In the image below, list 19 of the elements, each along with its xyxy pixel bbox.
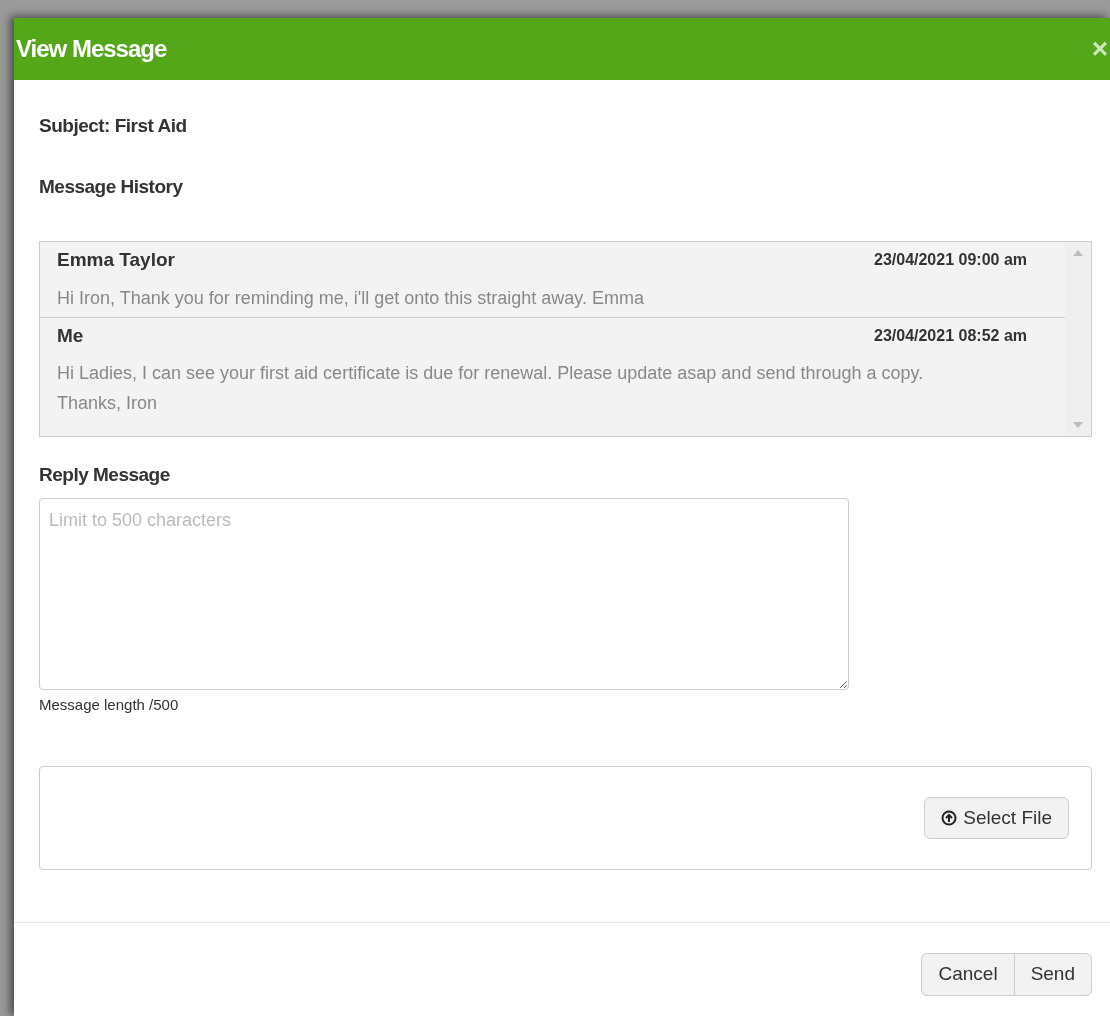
- scroll-down-icon[interactable]: [1073, 422, 1083, 428]
- message-text: Hi Iron, Thank you for reminding me, i'll get onto this straight away. Emma: [57, 286, 646, 310]
- history-label: Message History: [39, 174, 184, 199]
- dialog-title: View Message: [16, 34, 167, 64]
- reply-label: Reply Message: [39, 463, 171, 487]
- length-hint: Message length /500: [39, 694, 180, 715]
- sender-name: Emma Taylor: [57, 248, 175, 272]
- message-time: 23/04/2021 09:00 am: [874, 250, 1027, 271]
- subject-label: Subject: First Aid: [39, 114, 188, 138]
- cancel-button[interactable]: Cancel: [921, 953, 1015, 996]
- message-time: 23/04/2021 08:52 am: [874, 325, 1027, 346]
- scrollbar[interactable]: [1065, 242, 1091, 436]
- send-button[interactable]: Send: [1013, 953, 1092, 996]
- scroll-up-icon[interactable]: [1073, 250, 1083, 256]
- reply-field[interactable]: Limit to 500 characters: [39, 497, 849, 690]
- select-file-button[interactable]: Select File: [924, 796, 1069, 840]
- upload-icon: [941, 810, 958, 826]
- message-text: Hi Ladies, I can see your first aid certificate is due for renewal. Please update asap and send through a copy. Thanks, Iron: [57, 362, 925, 415]
- sender-name: Me: [57, 323, 84, 348]
